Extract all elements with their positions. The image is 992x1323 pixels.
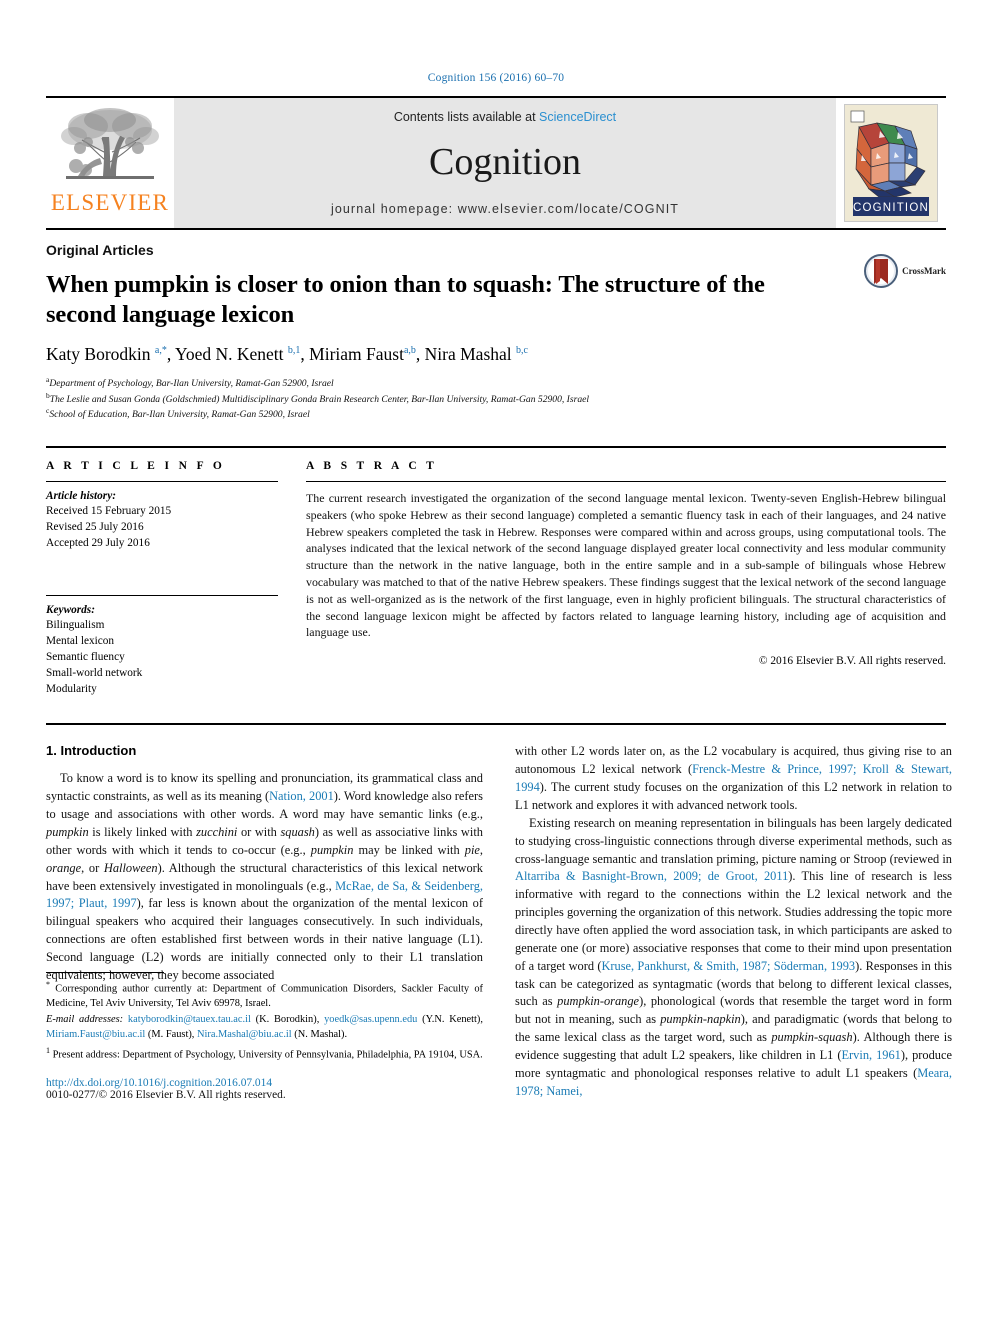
keyword-item: Bilingualism xyxy=(46,619,105,632)
paragraph-left-1: To know a word is to know its spelling a… xyxy=(46,771,484,982)
keywords-label: Keywords: xyxy=(46,604,95,617)
svg-text:COGNITION: COGNITION xyxy=(853,202,929,214)
article-history-item: Revised 25 July 2016 xyxy=(46,521,144,534)
affiliation-item: cSchool of Education, Bar-Ilan Universit… xyxy=(46,406,310,421)
article-page: Cognition 156 (2016) 60–70 ELSEVIER Cont… xyxy=(0,0,992,1323)
article-history-label: Article history: xyxy=(46,490,116,503)
article-info-column: A R T I C L E I N F O Article history: R… xyxy=(46,460,278,697)
footnote-present-address: 1 Present address: Department of Psychol… xyxy=(46,1045,483,1061)
doi-block: http://dx.doi.org/10.1016/j.cognition.20… xyxy=(46,1077,483,1101)
info-abstract-section: A R T I C L E I N F O Article history: R… xyxy=(46,446,946,697)
issn-copyright-line: 0010-0277/© 2016 Elsevier B.V. All right… xyxy=(46,1088,286,1101)
keywords-block: Keywords: Bilingualism Mental lexicon Sema… xyxy=(46,595,278,697)
article-history-list: Received 15 February 2015 Revised 25 July… xyxy=(46,503,278,551)
journal-masthead: ELSEVIER Contents lists available at Sci… xyxy=(46,96,946,228)
keyword-item: Small-world network xyxy=(46,667,143,680)
footnote-emails[interactable]: E-mail addresses: katyborodkin@tauex.tau… xyxy=(46,1013,483,1042)
article-history-item: Accepted 29 July 2016 xyxy=(46,537,150,550)
body-column-left: 1. Introduction To know a word is to kno… xyxy=(46,743,484,1101)
body-columns: 1. Introduction To know a word is to kno… xyxy=(46,723,952,1101)
article-info-rule xyxy=(46,481,278,483)
abstract-heading: A B S T R A C T xyxy=(306,460,438,473)
section-heading-introduction: 1. Introduction xyxy=(46,743,137,759)
footnote-corresponding-author: * Corresponding author currently at: Dep… xyxy=(46,979,483,1009)
journal-title: Cognition xyxy=(428,141,582,183)
article-type-kicker: Original Articles xyxy=(46,242,154,258)
abstract-copyright: © 2016 Elsevier B.V. All rights reserved… xyxy=(758,655,946,668)
abstract-column: A B S T R A C T The current research inv… xyxy=(306,460,946,697)
author-list: Katy Borodkin a,*, Yoed N. Kenett b,1, M… xyxy=(46,343,528,364)
keywords-list: Bilingualism Mental lexicon Semantic fluen… xyxy=(46,617,278,697)
contents-line: Contents lists available at ScienceDirec… xyxy=(394,110,616,124)
sciencedirect-link[interactable]: ScienceDirect xyxy=(539,110,616,124)
crossmark-badge[interactable]: CrossMark xyxy=(864,254,946,288)
keywords-rule xyxy=(46,595,278,597)
keyword-item: Modularity xyxy=(46,683,97,696)
elsevier-logo: ELSEVIER xyxy=(46,98,174,228)
article-info-heading: A R T I C L E I N F O xyxy=(46,460,226,473)
cognition-cover-image: COGNITION xyxy=(844,104,938,222)
elsevier-wordmark: ELSEVIER xyxy=(50,190,170,215)
crossmark-icon xyxy=(864,254,899,288)
paragraph-right-2: Existing research on meaning representat… xyxy=(515,815,953,1098)
page-title: When pumpkin is closer to onion than to … xyxy=(46,271,765,328)
contents-prefix: Contents lists available at xyxy=(393,110,540,124)
keyword-item: Semantic fluency xyxy=(46,651,125,664)
crossmark-label: CrossMark xyxy=(902,266,946,276)
journal-homepage[interactable]: journal homepage: www.elsevier.com/locat… xyxy=(331,202,679,216)
abstract-rule xyxy=(306,481,946,483)
footnote-rule xyxy=(46,971,164,973)
affiliation-item: bThe Leslie and Susan Gonda (Goldschmied… xyxy=(46,390,590,405)
paragraph-right-1: with other L2 words later on, as the L2 … xyxy=(515,744,952,812)
abstract-text: The current research investigated the or… xyxy=(306,491,946,640)
journal-cover: COGNITION xyxy=(836,98,946,228)
article-history-item: Received 15 February 2015 xyxy=(46,505,172,518)
doi-link[interactable]: http://dx.doi.org/10.1016/j.cognition.20… xyxy=(46,1077,483,1089)
elsevier-tree-icon xyxy=(61,108,159,179)
penrose-triangle-icon: COGNITION xyxy=(845,105,937,221)
running-head: Cognition 156 (2016) 60–70 xyxy=(427,72,565,84)
footnote-block: * Corresponding author currently at: Dep… xyxy=(46,971,483,1101)
journal-band: Contents lists available at ScienceDirec… xyxy=(174,98,836,228)
affiliation-list: aDepartment of Psychology, Bar-Ilan Univ… xyxy=(46,375,946,422)
title-section: Original Articles CrossMark When pumpkin… xyxy=(46,228,946,422)
keyword-item: Mental lexicon xyxy=(46,635,115,648)
affiliation-item: aDepartment of Psychology, Bar-Ilan Univ… xyxy=(46,374,334,389)
body-column-right: with other L2 words later on, as the L2 … xyxy=(515,743,952,1100)
